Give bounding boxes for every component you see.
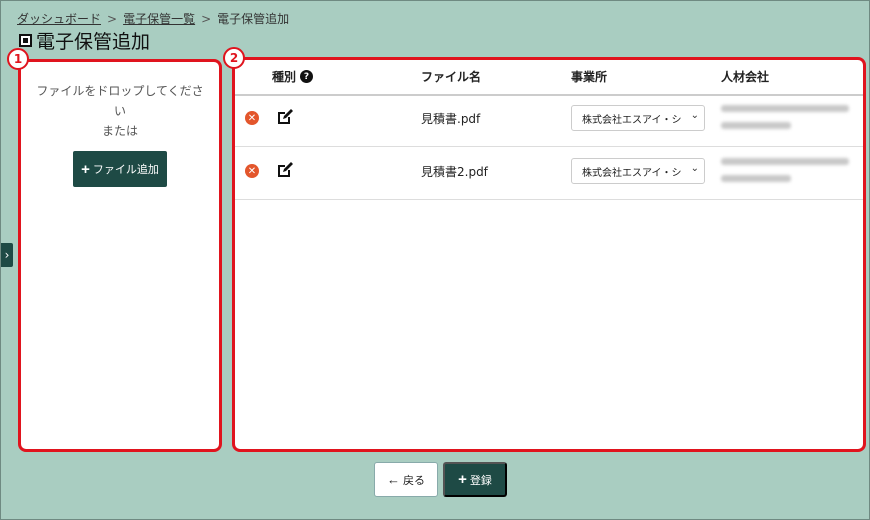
back-button[interactable]: ← 戻る: [374, 462, 438, 497]
save-icon: [19, 34, 32, 47]
page-title: 電子保管追加: [19, 27, 150, 54]
file-list-panel: 種別 ? ファイル名 事業所 人材会社 ✕ 見積書.pdf 株式会社エスアイ・シ…: [232, 57, 866, 452]
column-header-file: ファイル名: [421, 70, 482, 84]
office-select-value: 株式会社エスアイ・シ: [582, 167, 682, 179]
register-button-label: 登録: [469, 474, 492, 487]
edit-icon[interactable]: [275, 107, 295, 127]
chevron-down-icon: ⌄: [688, 163, 699, 174]
office-select[interactable]: 株式会社エスアイ・シ ⌄: [571, 105, 705, 131]
office-select[interactable]: 株式会社エスアイ・シ ⌄: [571, 158, 705, 184]
file-drop-zone[interactable]: ファイルをドロップしてくださ い または + ファイル追加: [18, 59, 222, 452]
column-header-company: 人材会社: [721, 70, 770, 84]
table-row: ✕ 見積書.pdf 株式会社エスアイ・シ ⌄: [235, 94, 863, 147]
company-name-redacted: [721, 105, 851, 139]
plus-icon: +: [458, 471, 467, 488]
sidebar-toggle-button[interactable]: ›: [1, 243, 13, 267]
file-name: 見積書2.pdf: [421, 165, 488, 179]
drop-text-line: ファイルをドロップしてくださ: [36, 84, 204, 98]
drop-instructions: ファイルをドロップしてくださ い または: [21, 81, 219, 141]
page-title-text: 電子保管追加: [36, 31, 151, 53]
register-button[interactable]: + 登録: [443, 462, 507, 497]
office-select-value: 株式会社エスアイ・シ: [582, 114, 682, 126]
arrow-left-icon: ←: [387, 472, 400, 487]
add-file-button[interactable]: + ファイル追加: [73, 151, 167, 187]
file-name: 見積書.pdf: [421, 112, 481, 126]
plus-icon: +: [81, 160, 90, 178]
edit-icon[interactable]: [275, 160, 295, 180]
company-name-redacted: [721, 158, 851, 192]
column-header-type: 種別 ?: [272, 68, 314, 85]
chevron-right-icon: ›: [4, 248, 10, 262]
back-button-label: 戻る: [403, 474, 425, 487]
add-file-label: ファイル追加: [92, 164, 159, 176]
breadcrumb-dashboard-link[interactable]: ダッシュボード: [17, 12, 101, 26]
column-header-office: 事業所: [571, 70, 608, 84]
table-header: 種別 ? ファイル名 事業所 人材会社: [235, 60, 863, 96]
annotation-badge-2: 2: [223, 47, 245, 69]
remove-icon[interactable]: ✕: [245, 164, 259, 178]
drop-text-or: または: [101, 124, 138, 138]
chevron-down-icon: ⌄: [688, 110, 699, 121]
breadcrumb-current: 電子保管追加: [217, 12, 290, 26]
breadcrumb-storage-list-link[interactable]: 電子保管一覧: [123, 12, 195, 26]
table-row: ✕ 見積書2.pdf 株式会社エスアイ・シ ⌄: [235, 147, 863, 200]
remove-icon[interactable]: ✕: [245, 111, 259, 125]
column-header-type-label: 種別: [272, 70, 297, 84]
breadcrumb-separator: >: [201, 12, 212, 26]
annotation-badge-1: 1: [7, 48, 29, 70]
drop-text-line: い: [113, 104, 126, 118]
breadcrumb-separator: >: [107, 12, 118, 26]
breadcrumb: ダッシュボード > 電子保管一覧 > 電子保管追加: [17, 10, 289, 27]
help-icon[interactable]: ?: [300, 70, 314, 83]
